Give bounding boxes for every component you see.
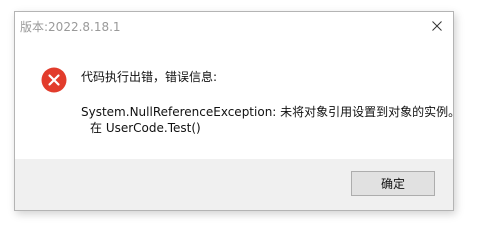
error-dialog: 版本:2022.8.18.1 代码执行出错，错误信息: System.NullR… <box>14 11 460 211</box>
exception-message: System.NullReferenceException: 未将对象引用设置到… <box>81 105 461 119</box>
title-bar[interactable]: 版本:2022.8.18.1 <box>15 12 453 39</box>
error-icon <box>41 67 67 93</box>
stack-trace-line: 在 UserCode.Test() <box>90 121 201 135</box>
close-icon <box>432 21 442 31</box>
button-bar: 确定 <box>15 159 453 210</box>
message-area: 代码执行出错，错误信息: System.NullReferenceExcepti… <box>15 39 460 159</box>
ok-button[interactable]: 确定 <box>351 171 435 196</box>
error-heading: 代码执行出错，错误信息: <box>81 70 218 84</box>
window-title: 版本:2022.8.18.1 <box>20 20 121 34</box>
close-button[interactable] <box>422 13 452 39</box>
